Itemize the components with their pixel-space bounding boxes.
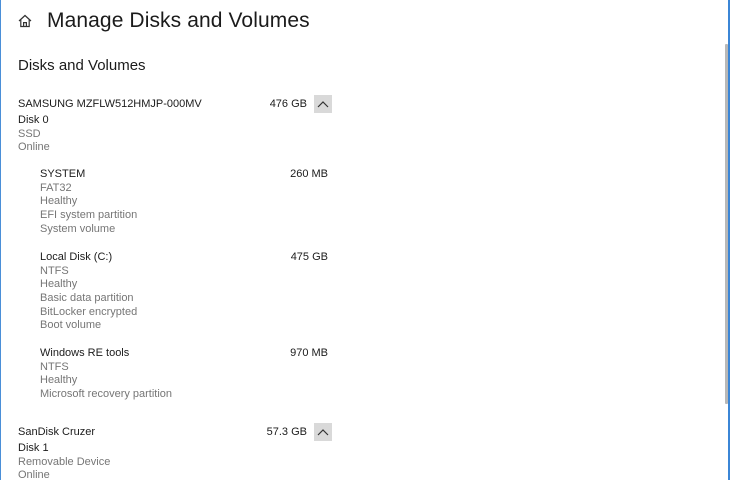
disk-0: SAMSUNG MZFLW512HMJP-000MV 476 GB Disk 0…: [18, 94, 338, 155]
volume-health: Healthy: [40, 374, 78, 387]
disk-name: SAMSUNG MZFLW512HMJP-000MV: [18, 98, 202, 110]
volume-size: 475 GB: [290, 251, 328, 263]
volume-encryption: BitLocker encrypted: [40, 305, 138, 318]
disk-label: Disk 1: [18, 442, 49, 454]
scrollbar[interactable]: [725, 44, 728, 404]
volume-role: Boot volume: [40, 319, 102, 332]
collapse-button[interactable]: [314, 423, 332, 441]
volume-size: 260 MB: [290, 168, 328, 180]
chevron-up-icon: [317, 429, 329, 436]
page-header: Manage Disks and Volumes: [17, 6, 310, 36]
volume-header: Local Disk (C:) 475 GB: [40, 251, 328, 265]
disk-label: Disk 0: [18, 114, 49, 126]
disk-type: SSD: [18, 127, 41, 140]
disk-header: SanDisk Cruzer 57.3 GB: [18, 422, 338, 442]
collapse-button[interactable]: [314, 95, 332, 113]
volume-partition-type: Basic data partition: [40, 292, 134, 305]
volume-size: 970 MB: [290, 347, 328, 359]
disk-1: SanDisk Cruzer 57.3 GB Disk 1 Removable …: [18, 422, 338, 483]
window-border-left: [0, 0, 1, 480]
disk-type: Removable Device: [18, 455, 111, 468]
volume-name: SYSTEM: [40, 168, 86, 180]
disk-status: Online: [18, 141, 50, 154]
volume-health: Healthy: [40, 278, 78, 291]
volume-windows-re-tools[interactable]: Windows RE tools 970 MB NTFS Healthy Mic…: [40, 347, 328, 402]
volume-local-disk-c[interactable]: Local Disk (C:) 475 GB NTFS Healthy Basi…: [40, 251, 328, 333]
volume-filesystem: FAT32: [40, 181, 72, 194]
section-title: Disks and Volumes: [18, 57, 146, 74]
volume-partition-type: Microsoft recovery partition: [40, 388, 173, 401]
chevron-up-icon: [317, 101, 329, 108]
volume-partition-type: EFI system partition: [40, 209, 138, 222]
volume-header: Windows RE tools 970 MB: [40, 347, 328, 361]
volume-filesystem: NTFS: [40, 360, 69, 373]
volume-role: System volume: [40, 222, 116, 235]
disk-name: SanDisk Cruzer: [18, 426, 96, 438]
disk-size: 57.3 GB: [266, 426, 307, 438]
volume-header: SYSTEM 260 MB: [40, 168, 328, 182]
disk-status: Online: [18, 469, 50, 482]
volume-name: Windows RE tools: [40, 347, 130, 359]
volume-filesystem: NTFS: [40, 264, 69, 277]
volume-name: Local Disk (C:): [40, 251, 113, 263]
disk-size: 476 GB: [269, 98, 307, 110]
disk-header: SAMSUNG MZFLW512HMJP-000MV 476 GB: [18, 94, 338, 114]
page-title: Manage Disks and Volumes: [47, 9, 310, 32]
volume-health: Healthy: [40, 195, 78, 208]
home-icon[interactable]: [17, 13, 33, 29]
volume-system[interactable]: SYSTEM 260 MB FAT32 Healthy EFI system p…: [40, 168, 328, 236]
